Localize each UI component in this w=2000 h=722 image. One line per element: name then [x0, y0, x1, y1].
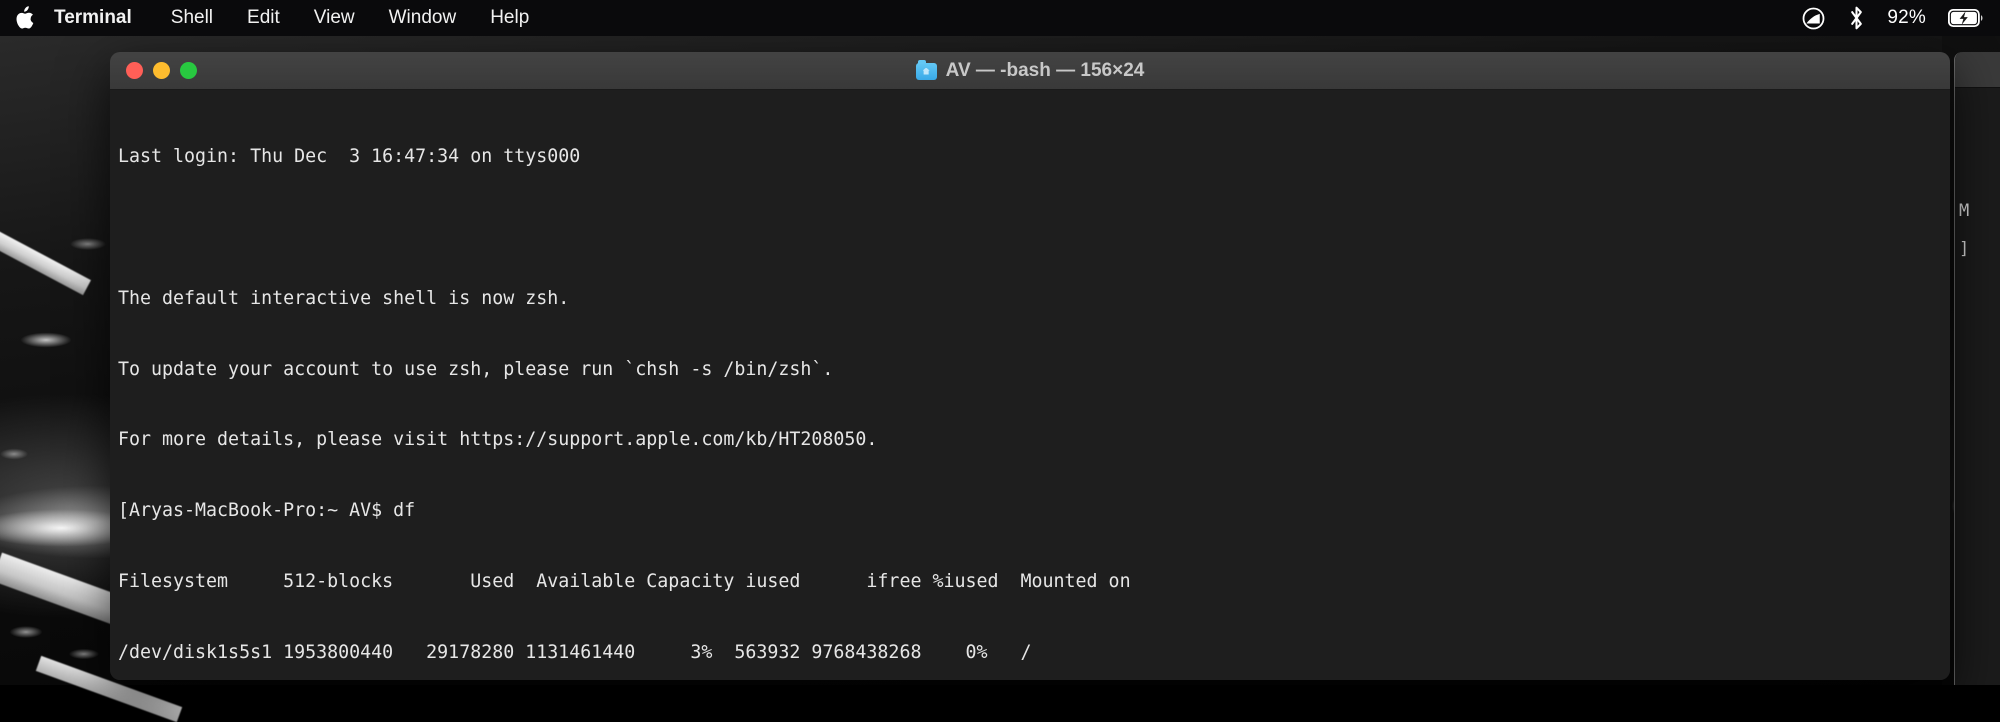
terminal-line: For more details, please visit https://s…	[118, 428, 1950, 452]
close-button[interactable]	[126, 62, 143, 79]
terminal-titlebar[interactable]: AV — -bash — 156×24	[110, 52, 1950, 90]
terminal-body[interactable]: Last login: Thu Dec 3 16:47:34 on ttys00…	[110, 90, 1950, 680]
background-window[interactable]: M ]	[1954, 52, 2000, 685]
minimize-button[interactable]	[153, 62, 170, 79]
terminal-title-group: AV — -bash — 156×24	[110, 52, 1950, 90]
control-center-icon[interactable]	[1801, 6, 1826, 31]
menu-item-edit[interactable]: Edit	[230, 0, 297, 36]
menu-item-window[interactable]: Window	[372, 0, 474, 36]
terminal-command-line: [Aryas-MacBook-Pro:~ AV$ df	[118, 499, 1950, 523]
battery-charging-icon[interactable]	[1948, 8, 1984, 28]
menu-item-terminal[interactable]: Terminal	[50, 0, 154, 36]
terminal-line: To update your account to use zsh, pleas…	[118, 358, 1950, 382]
window-controls	[110, 62, 197, 79]
terminal-line	[118, 216, 1950, 240]
menu-item-shell[interactable]: Shell	[154, 0, 230, 36]
zoom-button[interactable]	[180, 62, 197, 79]
background-window-titlebar[interactable]	[1955, 52, 2000, 88]
terminal-line: Last login: Thu Dec 3 16:47:34 on ttys00…	[118, 145, 1950, 169]
home-folder-icon	[916, 63, 937, 80]
menu-item-view[interactable]: View	[297, 0, 372, 36]
apple-logo-icon	[14, 6, 34, 30]
battery-percentage: 92%	[1887, 7, 1926, 29]
menu-bar: Terminal Shell Edit View Window Help 92%	[0, 0, 2000, 36]
window-title: AV — -bash — 156×24	[946, 60, 1145, 82]
background-window-text: M ]	[1959, 202, 1969, 259]
terminal-table-header: Filesystem 512-blocks Used Available Cap…	[118, 570, 1950, 594]
terminal-table-row: /dev/disk1s5s1 1953800440 29178280 11314…	[118, 641, 1950, 665]
wallpaper-light-streak	[0, 224, 91, 295]
terminal-line: The default interactive shell is now zsh…	[118, 287, 1950, 311]
terminal-window[interactable]: AV — -bash — 156×24 Last login: Thu Dec …	[110, 52, 1950, 680]
menu-item-help[interactable]: Help	[473, 0, 546, 36]
terminal-output: Last login: Thu Dec 3 16:47:34 on ttys00…	[118, 98, 1950, 680]
apple-menu-button[interactable]	[0, 6, 50, 30]
menu-bar-status-area: 92%	[1801, 5, 2000, 31]
bluetooth-icon[interactable]	[1848, 5, 1865, 31]
